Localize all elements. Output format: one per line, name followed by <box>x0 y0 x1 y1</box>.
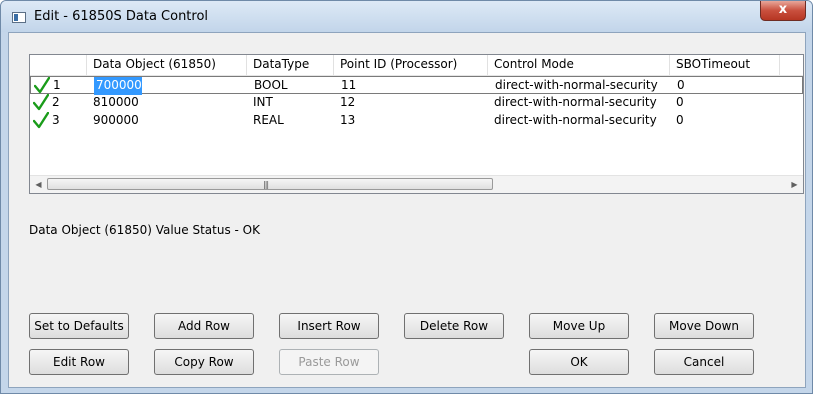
header-sbo-timeout[interactable]: SBOTimeout <box>670 55 780 75</box>
cell-data-type[interactable]: BOOL <box>248 77 335 95</box>
grid-header: Data Object (61850) DataType Point ID (P… <box>30 55 803 76</box>
scrollbar-thumb[interactable]: ||| <box>47 178 493 190</box>
move-down-button[interactable]: Move Down <box>654 313 754 339</box>
delete-row-button[interactable]: Delete Row <box>404 313 504 339</box>
cell-control-mode[interactable]: direct-with-normal-security <box>488 94 670 112</box>
row-number: 3 <box>52 113 60 127</box>
window-icon <box>12 12 26 23</box>
copy-row-button[interactable]: Copy Row <box>154 349 254 375</box>
table-row[interactable]: 1 700000 BOOL 11 direct-with-normal-secu… <box>30 76 803 95</box>
cell-sbo-timeout[interactable]: 0 <box>670 112 780 130</box>
header-control-mode[interactable]: Control Mode <box>488 55 670 75</box>
row-number: 2 <box>52 95 60 109</box>
insert-row-button[interactable]: Insert Row <box>279 313 379 339</box>
cell-control-mode[interactable]: direct-with-normal-security <box>489 77 671 95</box>
cell-sbo-timeout[interactable]: 0 <box>670 94 780 112</box>
cell-data-type[interactable]: REAL <box>247 112 334 130</box>
data-grid: Data Object (61850) DataType Point ID (P… <box>29 54 804 194</box>
cell-sbo-timeout[interactable]: 0 <box>671 77 781 95</box>
cell-point-id[interactable]: 12 <box>334 94 488 112</box>
cell-point-id[interactable]: 13 <box>334 112 488 130</box>
cell-data-object[interactable]: 900000 <box>87 112 247 130</box>
add-row-button[interactable]: Add Row <box>154 313 254 339</box>
paste-row-button[interactable]: Paste Row <box>279 349 379 375</box>
dialog-body: Data Object (61850) DataType Point ID (P… <box>8 32 806 388</box>
title-bar[interactable]: Edit - 61850S Data Control x <box>1 1 812 32</box>
edit-row-button[interactable]: Edit Row <box>29 349 129 375</box>
dialog-window: Edit - 61850S Data Control x Data Object… <box>0 0 813 394</box>
status-text: Data Object (61850) Value Status - OK <box>29 223 260 237</box>
check-icon <box>34 77 50 94</box>
horizontal-scrollbar[interactable]: ◀ ||| ▶ <box>30 175 803 193</box>
move-up-button[interactable]: Move Up <box>529 313 629 339</box>
close-button[interactable]: x <box>760 1 806 21</box>
header-data-object[interactable]: Data Object (61850) <box>87 55 247 75</box>
header-point-id[interactable]: Point ID (Processor) <box>334 55 488 75</box>
scroll-right-arrow-icon[interactable]: ▶ <box>786 176 803 193</box>
cell-data-object-text[interactable]: 700000 <box>94 77 142 95</box>
ok-button[interactable]: OK <box>529 349 629 375</box>
table-row[interactable]: 3 900000 REAL 13 direct-with-normal-secu… <box>30 112 803 130</box>
cell-data-object[interactable]: 700000 <box>88 77 248 95</box>
table-row[interactable]: 2 810000 INT 12 direct-with-normal-secur… <box>30 94 803 112</box>
check-icon <box>33 94 49 111</box>
cell-data-object[interactable]: 810000 <box>87 94 247 112</box>
scroll-left-arrow-icon[interactable]: ◀ <box>30 176 47 193</box>
header-cell-blank <box>30 55 87 75</box>
set-to-defaults-button[interactable]: Set to Defaults <box>29 313 129 339</box>
cancel-button[interactable]: Cancel <box>654 349 754 375</box>
cell-control-mode[interactable]: direct-with-normal-security <box>488 112 670 130</box>
header-data-type[interactable]: DataType <box>247 55 334 75</box>
window-title: Edit - 61850S Data Control <box>34 9 209 24</box>
row-number: 1 <box>53 78 61 92</box>
check-icon <box>33 112 49 129</box>
cell-point-id[interactable]: 11 <box>335 77 489 95</box>
cell-data-type[interactable]: INT <box>247 94 334 112</box>
grip-icon: ||| <box>263 180 269 189</box>
